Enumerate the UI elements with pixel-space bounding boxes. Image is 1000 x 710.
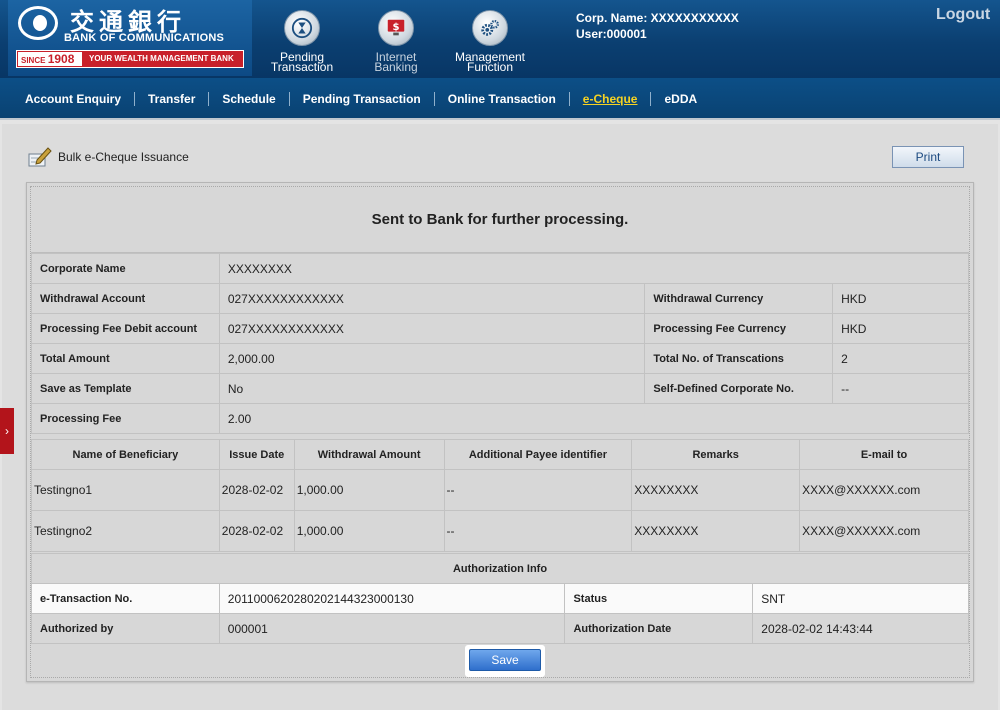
- total-amount-value: 2,000.00: [218, 343, 646, 374]
- result-panel: Sent to Bank for further processing. Cor…: [26, 182, 974, 682]
- withdrawal-account-value: 027XXXXXXXXXXXX: [218, 283, 646, 314]
- nav-pending-transaction[interactable]: Pending Transaction: [257, 10, 347, 73]
- logo-slogan-bar: SINCE 1908 YOUR WEALTH MANAGEMENT BANK: [16, 50, 244, 68]
- fee-account-value: 027XXXXXXXXXXXX: [218, 313, 646, 344]
- authorization-header: Authorization Info: [31, 553, 969, 584]
- menu-schedule[interactable]: Schedule: [209, 92, 290, 106]
- pen-paper-icon: [28, 147, 52, 167]
- gears-icon: [472, 10, 508, 46]
- menu-pending-transaction[interactable]: Pending Transaction: [290, 92, 435, 106]
- save-button[interactable]: Save: [469, 649, 541, 671]
- menu-e-cheque[interactable]: e-Cheque: [570, 92, 652, 106]
- user-info: Corp. Name: XXXXXXXXXXX User:000001: [576, 10, 739, 42]
- self-defined-no-value: --: [832, 373, 969, 404]
- side-panel-toggle[interactable]: ›: [0, 408, 14, 454]
- slogan: YOUR WEALTH MANAGEMENT BANK: [89, 54, 234, 63]
- authorization-date-value: 2028-02-02 14:43:44: [752, 613, 969, 644]
- print-button[interactable]: Print: [892, 146, 964, 168]
- corporate-name-value: XXXXXXXX: [218, 253, 970, 284]
- processing-fee-value: 2.00: [218, 403, 970, 434]
- beneficiary-table: Name of Beneficiary Issue Date Withdrawa…: [31, 439, 969, 552]
- fee-currency-value: HKD: [832, 313, 969, 344]
- e-transaction-no-value: 20110006202802021443230001​30: [218, 583, 566, 614]
- authorized-by-value: 000001: [218, 613, 566, 644]
- monitor-dollar-icon: $: [378, 10, 414, 46]
- menu-online-transaction[interactable]: Online Transaction: [435, 92, 570, 106]
- bank-logo[interactable]: 交通銀行 BANK OF COMMUNICATIONS SINCE 1908 Y…: [8, 0, 252, 76]
- main-menu: Account Enquiry Transfer Schedule Pendin…: [0, 78, 1000, 120]
- corp-name: Corp. Name: XXXXXXXXXXX: [576, 11, 739, 25]
- withdrawal-currency-value: HKD: [832, 283, 969, 314]
- page-title: Bulk e-Cheque Issuance: [28, 146, 189, 168]
- menu-transfer[interactable]: Transfer: [135, 92, 210, 106]
- authorization-table: Authorization Info e-Transaction No. 201…: [31, 553, 969, 644]
- since-badge: SINCE 1908: [18, 52, 82, 66]
- total-txn-value: 2: [832, 343, 969, 374]
- menu-account-enquiry[interactable]: Account Enquiry: [12, 92, 136, 106]
- hourglass-icon: [284, 10, 320, 46]
- row-e-transaction: e-Transaction No. 2011000620280202144323…: [31, 583, 969, 614]
- page-title-text: Bulk e-Cheque Issuance: [58, 150, 189, 164]
- logout-link[interactable]: Logout: [936, 6, 990, 24]
- logo-emblem-icon: [18, 6, 58, 40]
- table-header: Name of Beneficiary Issue Date Withdrawa…: [31, 439, 969, 470]
- logo-english-name: BANK OF COMMUNICATIONS: [64, 32, 225, 44]
- menu-edda[interactable]: eDDA: [651, 92, 710, 106]
- nav-internet-banking[interactable]: $ Internet Banking: [351, 10, 441, 73]
- table-row: Testingno2 2028-02-02 1,000.00 -- XXXXXX…: [31, 510, 969, 552]
- svg-text:$: $: [392, 22, 399, 33]
- row-corporate-name: Corporate Name XXXXXXXX: [31, 253, 970, 284]
- save-as-template-value: No: [218, 373, 646, 404]
- header: 交通銀行 BANK OF COMMUNICATIONS SINCE 1908 Y…: [0, 0, 1000, 78]
- status-value: SNT: [752, 583, 969, 614]
- status-message: Sent to Bank for further processing.: [31, 187, 969, 253]
- table-row: Testingno1 2028-02-02 1,000.00 -- XXXXXX…: [31, 469, 969, 511]
- nav-management-function[interactable]: Management Function: [445, 10, 535, 73]
- user-id: User:000001: [576, 27, 647, 41]
- details-table: Corporate Name XXXXXXXX Withdrawal Accou…: [31, 253, 970, 434]
